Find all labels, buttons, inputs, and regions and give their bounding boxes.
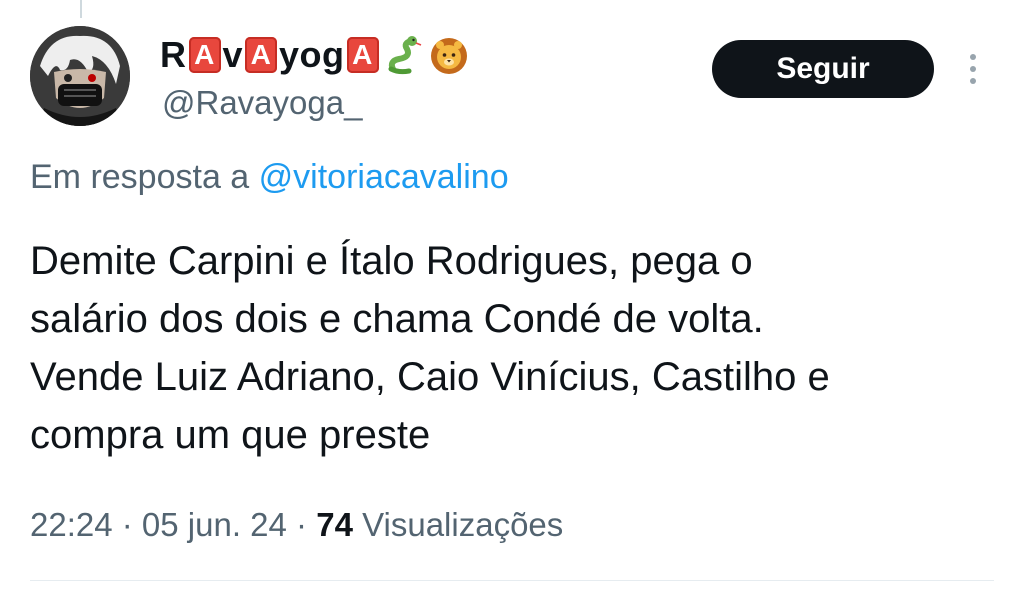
snake-emoji [385, 35, 425, 75]
reply-prefix: Em resposta a [30, 158, 259, 196]
name-text: v [222, 34, 244, 75]
more-dot [970, 54, 976, 60]
meta-separator: · [286, 506, 317, 543]
tweet-text-line: salário dos dois e chama Condé de volta. [30, 297, 764, 341]
more-options-icon[interactable] [958, 44, 988, 94]
name-text: R [160, 34, 187, 75]
tweet-metadata: 22:24 · 05 jun. 24 · 74 Visualizações [30, 506, 563, 544]
tweet-text-line: Demite Carpini e Ítalo Rodrigues, pega o [30, 239, 753, 283]
author-handle[interactable]: @Ravayoga_ [162, 84, 362, 122]
divider [30, 580, 994, 581]
views-count: 74 [316, 506, 353, 543]
tweet-date[interactable]: 05 jun. 24 [142, 506, 287, 543]
tweet-text: Demite Carpini e Ítalo Rodrigues, pega o… [30, 232, 990, 464]
more-dot [970, 78, 976, 84]
letter-box-emoji: A [346, 37, 379, 73]
more-dot [970, 66, 976, 72]
letter-box-emoji: A [188, 37, 221, 73]
avatar[interactable] [30, 26, 130, 126]
letter-box-emoji: A [245, 37, 278, 73]
author-name[interactable]: R Av Ayog A [160, 32, 469, 78]
views-label: Visualizações [362, 506, 564, 543]
lion-emoji [429, 35, 469, 75]
tweet-time[interactable]: 22:24 [30, 506, 113, 543]
reply-context: Em resposta a @vitoriacavalino [30, 158, 509, 197]
tweet-text-line: Vende Luiz Adriano, Caio Vinícius, Casti… [30, 355, 830, 399]
follow-button[interactable]: Seguir [712, 40, 934, 98]
tweet-text-line: compra um que preste [30, 413, 431, 457]
meta-separator: · [112, 506, 142, 543]
reply-mention-link[interactable]: @vitoriacavalino [259, 158, 509, 196]
tweet-detail: R Av Ayog A @Ravayoga_ Seguir Em resposta a… [0, 0, 1024, 590]
name-text: yog [279, 34, 345, 75]
thread-connector-line [80, 0, 82, 18]
